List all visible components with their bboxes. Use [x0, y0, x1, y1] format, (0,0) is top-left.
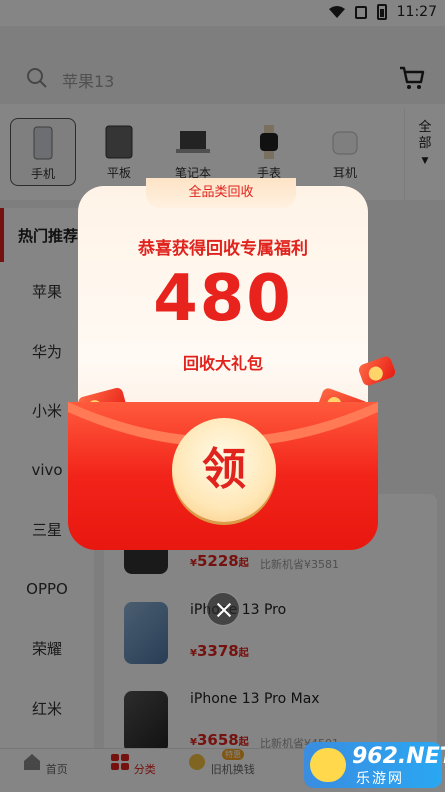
popup-headline: 恭喜获得回收专属福利 — [138, 239, 308, 259]
claim-button[interactable]: 领 — [172, 418, 276, 522]
reward-subtitle: 回收大礼包 — [182, 354, 263, 373]
watermark-logo-icon — [310, 748, 346, 782]
watermark-text: 962.NET — [352, 744, 445, 769]
popup-tag: 全品类回收 — [146, 178, 296, 208]
reward-popup: 全品类回收 恭喜获得回收专属福利 480 回收大礼包 领 — [68, 178, 397, 550]
site-watermark: 962.NET 乐游网 — [304, 742, 445, 788]
close-icon[interactable] — [206, 592, 240, 626]
watermark-subtext: 乐游网 — [356, 771, 404, 787]
reward-amount: 480 — [153, 262, 293, 336]
